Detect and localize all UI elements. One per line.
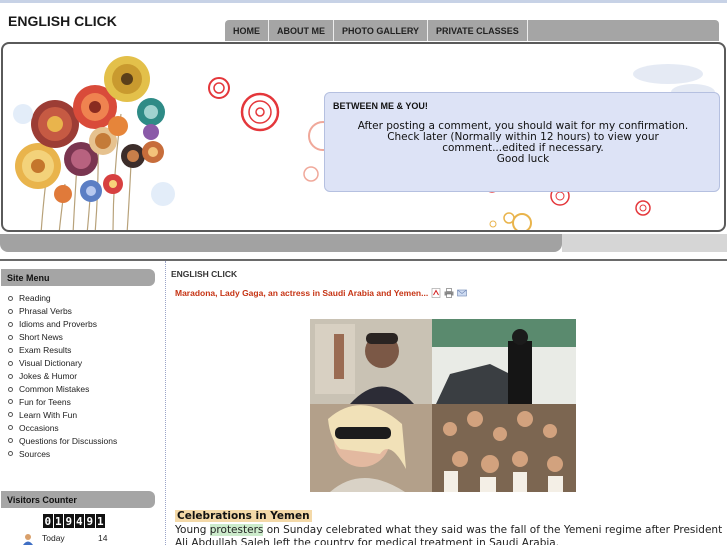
banner-bottom-bar <box>0 234 562 252</box>
menu-item-questions[interactable]: Questions for Discussions <box>8 434 117 447</box>
bullet-icon <box>8 295 13 301</box>
nav-about-me[interactable]: ABOUT ME <box>269 20 334 41</box>
main-area: Site Menu Reading Phrasal Verbs Idioms a… <box>0 259 727 545</box>
menu-item-common-mistakes[interactable]: Common Mistakes <box>8 383 117 396</box>
content-section-label: ENGLISH CLICK <box>171 269 238 279</box>
menu-item-label: Exam Results <box>19 345 72 356</box>
para-text: Young <box>175 524 210 536</box>
bullet-icon <box>8 373 13 379</box>
print-icon[interactable] <box>444 288 454 298</box>
menu-item-label: Visual Dictionary <box>19 358 83 369</box>
bullet-icon <box>8 438 13 444</box>
counter-digit: 1 <box>53 514 63 528</box>
counter-digit: 1 <box>95 514 105 528</box>
menu-item-exam-results[interactable]: Exam Results <box>8 344 117 357</box>
bullet-icon <box>8 425 13 431</box>
bullet-icon <box>8 399 13 405</box>
bullet-icon <box>8 412 13 418</box>
article-title-link[interactable]: Maradona, Lady Gaga, an actress in Saudi… <box>175 288 428 298</box>
menu-item-jokes-humor[interactable]: Jokes & Humor <box>8 370 117 383</box>
today-label: Today <box>42 533 65 543</box>
visitors-counter-header: Visitors Counter <box>1 491 155 508</box>
menu-item-label: Common Mistakes <box>19 384 90 395</box>
bullet-icon <box>8 308 13 314</box>
menu-item-reading[interactable]: Reading <box>8 292 117 305</box>
sidebar: Site Menu Reading Phrasal Verbs Idioms a… <box>0 261 166 545</box>
article-header: Maradona, Lady Gaga, an actress in Saudi… <box>175 288 468 298</box>
email-icon[interactable] <box>457 288 468 298</box>
nav-home[interactable]: HOME <box>225 20 269 41</box>
menu-item-label: Idioms and Proverbs <box>19 319 97 330</box>
counter-digit: 4 <box>74 514 84 528</box>
highlighted-word[interactable]: protesters <box>209 524 264 536</box>
menu-item-label: Reading <box>19 293 51 304</box>
site-title[interactable]: ENGLISH CLICK <box>8 13 117 29</box>
pdf-icon[interactable] <box>431 288 441 298</box>
bullet-icon <box>8 347 13 353</box>
menu-item-label: Occasions <box>19 422 59 433</box>
notice-text: After posting a comment, you should wait… <box>325 121 721 165</box>
menu-item-label: Fun for Teens <box>19 396 71 407</box>
header-banner: BETWEEN ME & YOU! After posting a commen… <box>1 42 726 232</box>
news-photo-collage <box>310 319 576 492</box>
site-menu-header: Site Menu <box>1 269 155 286</box>
counter-digit: 0 <box>43 514 53 528</box>
nav-photo-gallery[interactable]: PHOTO GALLERY <box>334 20 429 41</box>
notice-line: Good luck <box>496 153 550 165</box>
menu-item-occasions[interactable]: Occasions <box>8 421 117 434</box>
menu-item-learn-with-fun[interactable]: Learn With Fun <box>8 408 117 421</box>
main-content: ENGLISH CLICK Maradona, Lady Gaga, an ac… <box>171 261 727 545</box>
visitor-counter: 0 1 9 4 9 1 <box>43 514 106 528</box>
menu-item-fun-for-teens[interactable]: Fun for Teens <box>8 396 117 409</box>
counter-digit: 9 <box>85 514 95 528</box>
menu-item-visual-dictionary[interactable]: Visual Dictionary <box>8 357 117 370</box>
menu-item-label: Questions for Discussions <box>19 435 118 446</box>
site-menu: Reading Phrasal Verbs Idioms and Proverb… <box>8 292 117 460</box>
nav-private-classes[interactable]: PRIVATE CLASSES <box>428 20 528 41</box>
section-heading: Celebrations in Yemen <box>175 510 312 522</box>
menu-item-short-news[interactable]: Short News <box>8 331 117 344</box>
menu-item-label: Jokes & Humor <box>19 371 78 382</box>
menu-item-label: Short News <box>19 332 63 343</box>
menu-item-idioms[interactable]: Idioms and Proverbs <box>8 318 117 331</box>
user-icon <box>23 534 33 545</box>
today-value: 14 <box>98 533 108 543</box>
bullet-icon <box>8 360 13 366</box>
bullet-icon <box>8 451 13 457</box>
menu-item-label: Learn With Fun <box>19 409 78 420</box>
notice-title: BETWEEN ME & YOU! <box>333 101 428 111</box>
banner-bottom-filler <box>562 234 727 252</box>
bullet-icon <box>8 334 13 340</box>
menu-item-sources[interactable]: Sources <box>8 447 117 460</box>
counter-digit: 9 <box>64 514 74 528</box>
menu-item-label: Phrasal Verbs <box>19 306 72 317</box>
today-count-row: Today 14 <box>22 532 162 545</box>
bullet-icon <box>8 321 13 327</box>
article-paragraph: Young protesters on Sunday celebrated wh… <box>175 524 725 545</box>
notice-box: BETWEEN ME & YOU! After posting a commen… <box>324 92 720 192</box>
menu-item-label: Sources <box>19 448 51 459</box>
bullet-icon <box>8 386 13 392</box>
menu-item-phrasal-verbs[interactable]: Phrasal Verbs <box>8 305 117 318</box>
main-nav: HOME ABOUT ME PHOTO GALLERY PRIVATE CLAS… <box>225 20 719 41</box>
